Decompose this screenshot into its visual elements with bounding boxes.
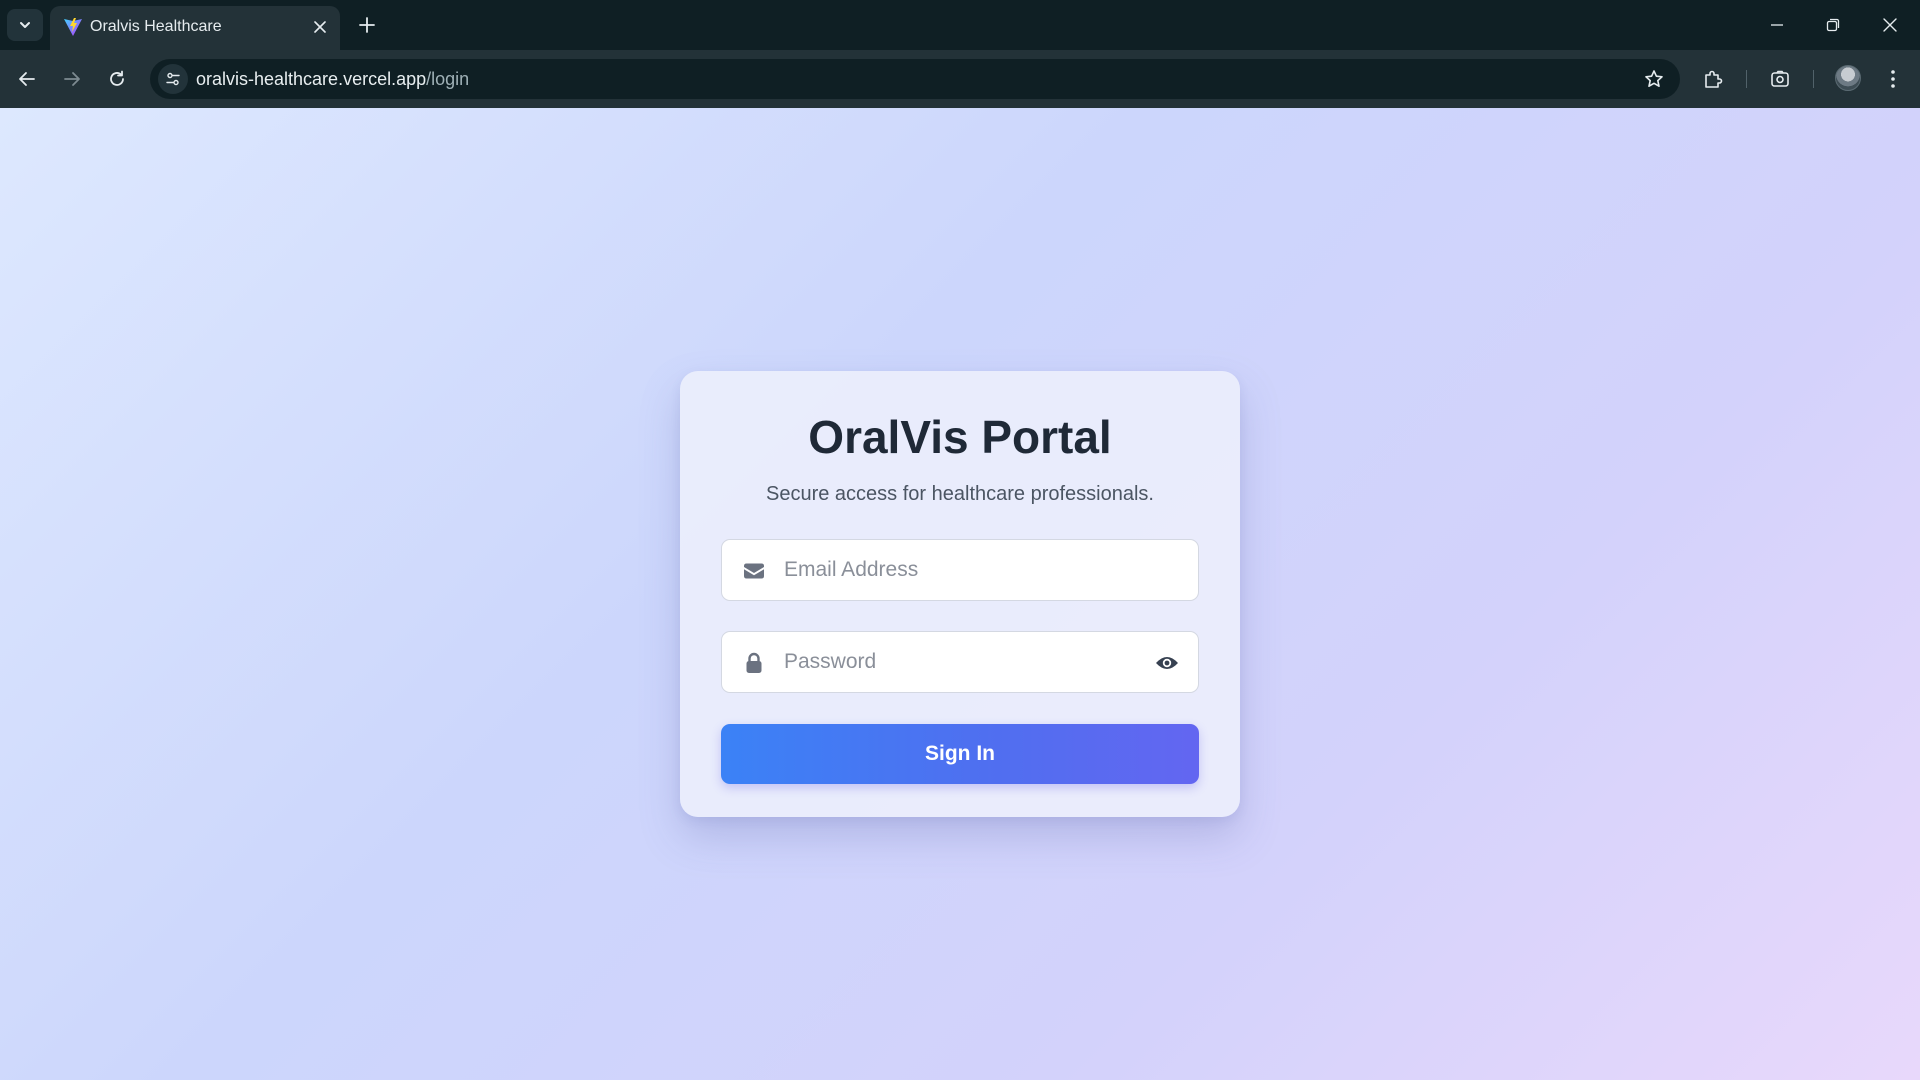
close-icon	[1883, 18, 1897, 32]
tune-icon	[166, 72, 180, 86]
restore-button[interactable]	[1820, 12, 1846, 38]
eye-icon[interactable]	[1154, 651, 1180, 675]
arrow-right-icon	[64, 72, 80, 86]
tab-title: Oralvis Healthcare	[90, 18, 222, 35]
vite-logo-icon	[64, 18, 82, 36]
minimize-button[interactable]	[1764, 12, 1790, 38]
envelope-icon	[742, 559, 766, 583]
avatar[interactable]	[1835, 65, 1861, 91]
sign-in-button[interactable]: Sign In	[721, 724, 1199, 784]
star-icon	[1645, 70, 1663, 87]
reload-button[interactable]	[102, 64, 132, 94]
new-tab-button[interactable]	[355, 13, 379, 37]
password-input[interactable]	[782, 632, 1122, 692]
screenshot-icon	[1771, 70, 1789, 87]
restore-icon	[1826, 18, 1840, 32]
forward-button[interactable]	[57, 64, 87, 94]
url-host: oralvis-healthcare.vercel.app	[196, 69, 427, 89]
login-page: OralVis Portal Secure access for healthc…	[0, 108, 1920, 1080]
email-field[interactable]	[721, 539, 1199, 601]
reload-icon	[110, 70, 124, 86]
url-text[interactable]: oralvis-healthcare.vercel.app/login	[196, 68, 469, 90]
extensions-button[interactable]	[1698, 64, 1728, 94]
close-icon	[314, 21, 326, 33]
toolbar-divider	[1746, 70, 1747, 88]
close-window-button[interactable]	[1877, 12, 1903, 38]
page-subtitle: Secure access for healthcare professiona…	[766, 483, 1154, 505]
back-button[interactable]	[12, 64, 42, 94]
password-field[interactable]	[721, 631, 1199, 693]
kebab-menu-icon	[1891, 70, 1895, 88]
tab-search-button[interactable]	[7, 9, 43, 41]
toolbar-divider	[1813, 70, 1814, 88]
lens-button[interactable]	[1765, 64, 1795, 94]
browser-menu-button[interactable]	[1878, 64, 1908, 94]
puzzle-icon	[1705, 70, 1723, 88]
chevron-down-icon	[20, 22, 30, 28]
browser-toolbar: oralvis-healthcare.vercel.app/login	[0, 50, 1920, 108]
minimize-icon	[1771, 24, 1783, 26]
browser-tab-bar: Oralvis Healthcare	[0, 0, 1920, 50]
bookmark-button[interactable]	[1642, 67, 1666, 91]
login-card: OralVis Portal Secure access for healthc…	[680, 371, 1240, 817]
arrow-left-icon	[19, 72, 35, 86]
lock-icon	[742, 651, 766, 675]
browser-tab[interactable]: Oralvis Healthcare	[50, 6, 340, 50]
site-info-button[interactable]	[158, 64, 188, 94]
page-title: OralVis Portal	[808, 411, 1112, 463]
close-tab-button[interactable]	[310, 17, 330, 37]
url-path: /login	[426, 69, 470, 89]
email-input[interactable]	[782, 540, 1122, 600]
address-bar[interactable]: oralvis-healthcare.vercel.app/login	[150, 59, 1680, 99]
plus-icon	[359, 17, 375, 33]
